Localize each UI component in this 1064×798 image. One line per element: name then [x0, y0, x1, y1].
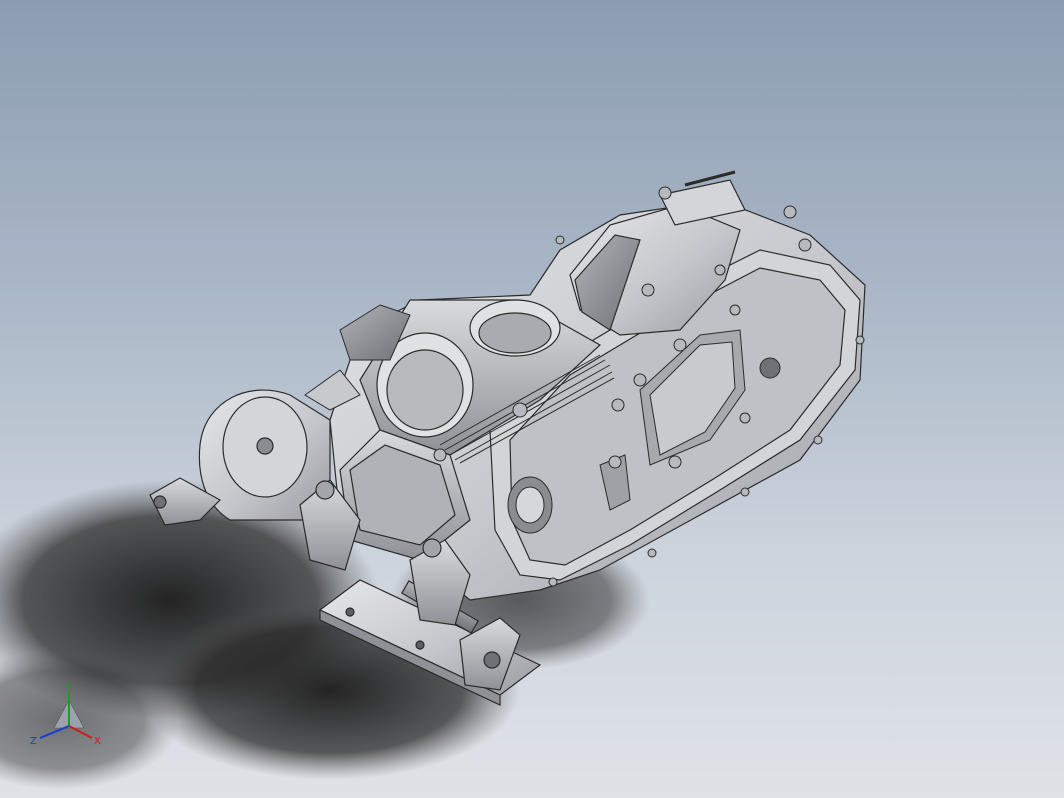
x-axis-label: X: [94, 736, 101, 747]
y-axis-label: Y: [65, 682, 73, 693]
graphics-viewport[interactable]: Y X Z: [0, 0, 1064, 798]
coordinate-triad: Y X Z: [30, 682, 101, 747]
engine-crankcase-model[interactable]: [0, 0, 1064, 798]
z-axis-label: Z: [30, 736, 37, 747]
